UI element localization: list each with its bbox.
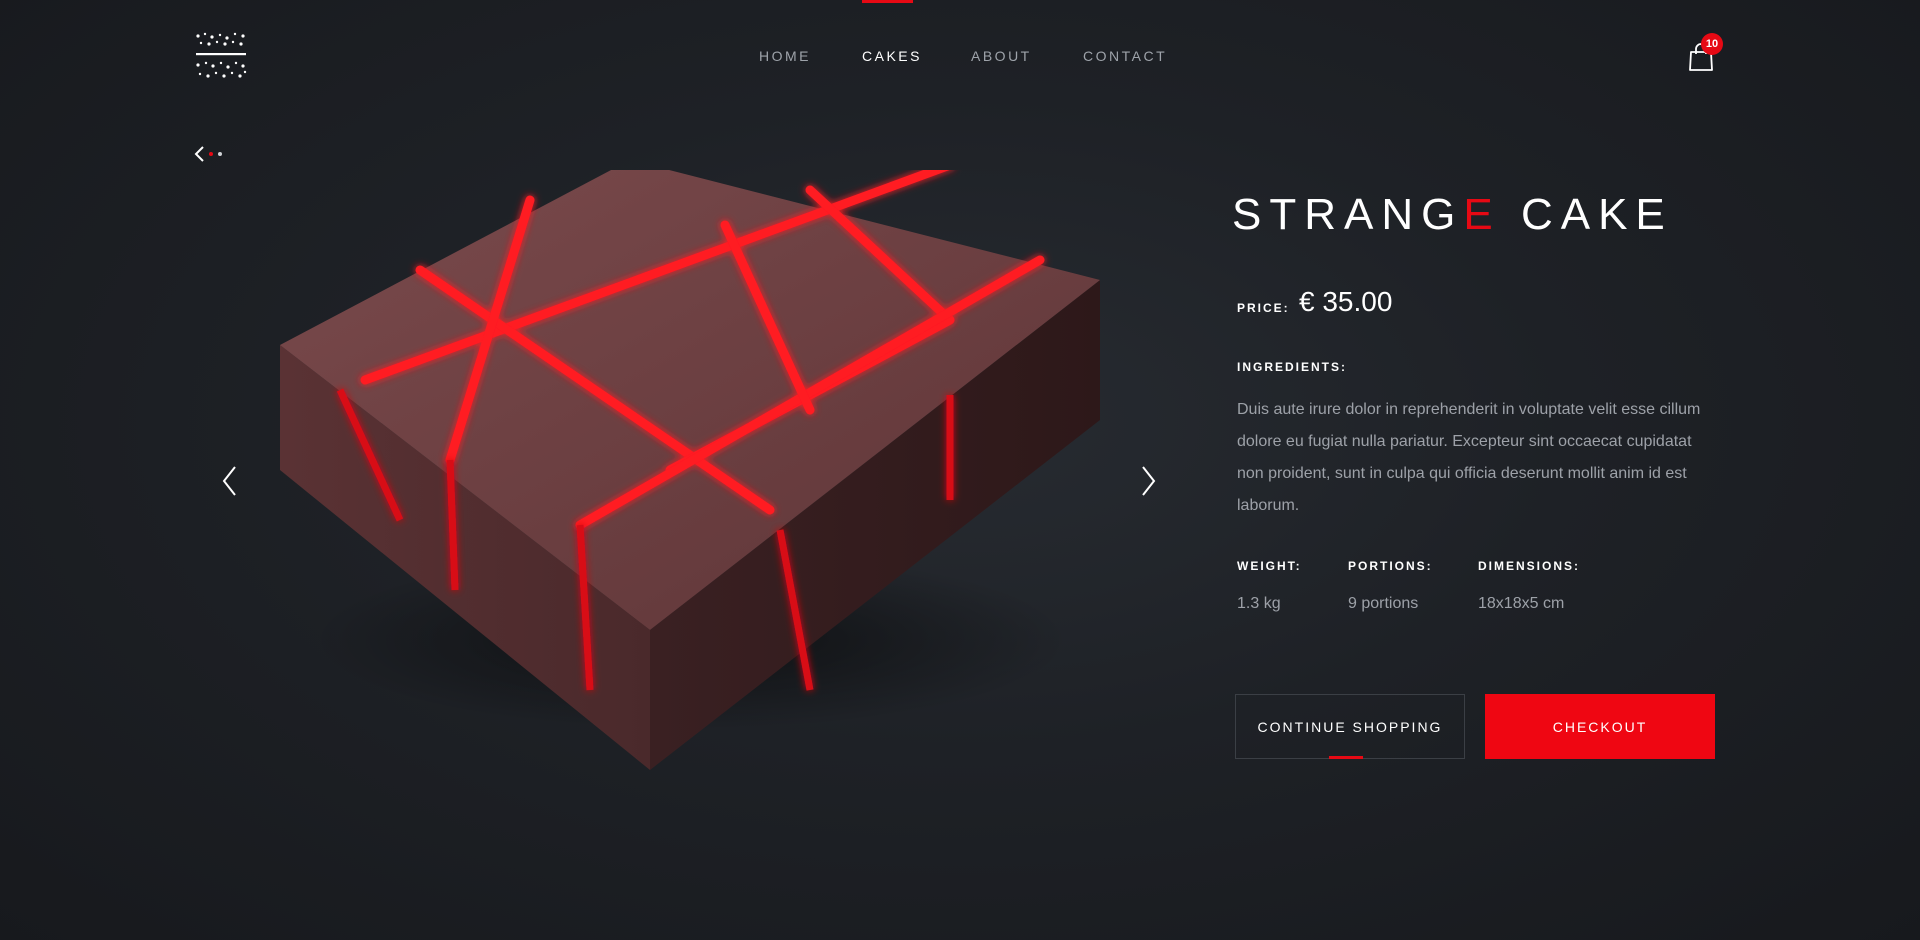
main-nav: HOME CAKES ABOUT CONTACT bbox=[0, 0, 1920, 110]
portions-value: 9 portions bbox=[1348, 595, 1419, 612]
product-page: HOME CAKES ABOUT CONTACT 10 STRANGE CAKE… bbox=[0, 0, 1920, 940]
dimensions-value: 18x18x5 cm bbox=[1478, 595, 1565, 612]
ingredients-label: INGREDIENTS: bbox=[1237, 360, 1348, 374]
product-title-part: CAKE bbox=[1500, 190, 1673, 239]
weight-label: WEIGHT: bbox=[1237, 559, 1302, 573]
product-image bbox=[280, 170, 1100, 770]
continue-shopping-button[interactable]: CONTINUE SHOPPING bbox=[1235, 694, 1465, 759]
nav-about[interactable]: ABOUT bbox=[971, 48, 1032, 64]
nav-home[interactable]: HOME bbox=[759, 48, 811, 64]
product-title-accent: E bbox=[1463, 190, 1501, 239]
product-title-part: STRANG bbox=[1232, 190, 1464, 239]
slide-dot-active[interactable] bbox=[209, 152, 213, 156]
weight-value: 1.3 kg bbox=[1237, 595, 1281, 612]
checkout-label: CHECKOUT bbox=[1552, 718, 1648, 735]
cart-count-badge: 10 bbox=[1701, 33, 1723, 55]
price-value: € 35.00 bbox=[1299, 286, 1393, 317]
ingredients-text: Duis aute irure dolor in reprehenderit i… bbox=[1237, 401, 1701, 514]
prev-image-chevron-icon[interactable] bbox=[220, 464, 240, 498]
back-chevron-icon[interactable] bbox=[193, 145, 207, 163]
slide-dot[interactable] bbox=[218, 152, 222, 156]
continue-shopping-label: CONTINUE SHOPPING bbox=[1257, 718, 1443, 735]
next-image-chevron-icon[interactable] bbox=[1138, 464, 1158, 498]
button-underline bbox=[1329, 756, 1363, 759]
checkout-button[interactable]: CHECKOUT bbox=[1485, 694, 1715, 759]
product-title: STRANGE CAKE bbox=[1232, 190, 1673, 240]
portions-label: PORTIONS: bbox=[1348, 559, 1433, 573]
nav-cakes[interactable]: CAKES bbox=[862, 48, 922, 64]
nav-active-indicator bbox=[862, 0, 913, 3]
dimensions-label: DIMENSIONS: bbox=[1478, 559, 1581, 573]
price-label: PRICE: bbox=[1237, 301, 1290, 315]
nav-contact[interactable]: CONTACT bbox=[1083, 48, 1167, 64]
